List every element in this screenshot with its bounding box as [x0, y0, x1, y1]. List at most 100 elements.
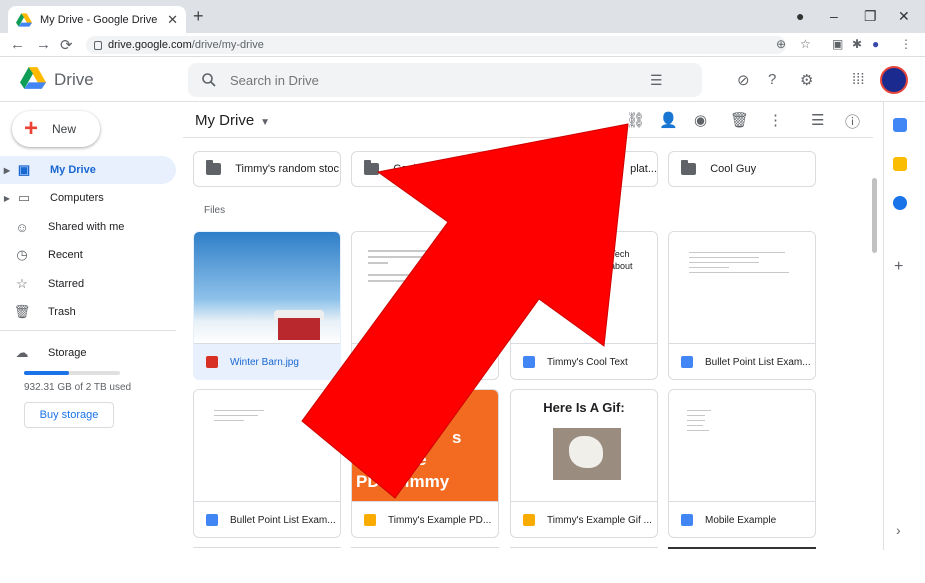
browser-menu-icon[interactable]: ⋮	[900, 37, 912, 51]
sidebar-item-my-drive[interactable]: ▶ ▣ My Drive	[0, 156, 176, 184]
folder-item[interactable]: Timmy's random stoc...	[193, 151, 341, 187]
file-card-example-gif[interactable]: Here Is A Gif: Timmy's Example Gif ...	[510, 389, 658, 538]
folder-icon	[206, 160, 222, 175]
extension-icon[interactable]: ▣	[832, 37, 843, 51]
gif-thumbnail: Here Is A Gif:	[511, 390, 657, 502]
file-name: Timmy's Example PD...	[388, 514, 492, 526]
more-actions-icon[interactable]: ⋮	[768, 111, 783, 129]
search-input[interactable]	[230, 72, 650, 88]
file-name: Bullet Point List Exam...	[705, 356, 811, 368]
folder-item[interactable]: Cool Guy 2	[351, 151, 499, 187]
new-button[interactable]: + New	[12, 111, 100, 147]
folder-name: Timmy's random stoc...	[235, 163, 340, 175]
restore-button[interactable]: ❐	[864, 8, 877, 25]
sidebar-item-trash[interactable]: 🗑 Trash	[0, 298, 176, 326]
star-bookmark-icon[interactable]: ☆	[800, 37, 811, 51]
star-icon: ☆	[16, 276, 28, 291]
sidebar-item-label: My Drive	[50, 164, 96, 176]
sidebar-item-label: Trash	[48, 306, 76, 318]
drive-logo-icon	[20, 67, 46, 89]
new-button-label: New	[52, 122, 77, 136]
folder-icon	[364, 160, 380, 175]
expand-panel-icon[interactable]: ›	[896, 522, 901, 538]
barn	[278, 318, 320, 340]
caret-right-icon[interactable]: ▶	[0, 166, 14, 175]
profile-dot-icon[interactable]: ●	[796, 8, 804, 24]
sidebar-item-shared[interactable]: ☺ Shared with me	[0, 213, 176, 241]
file-card-cool-text[interactable]: a Tech y about n Timmy's Cool Text	[510, 231, 658, 380]
apps-grid-icon[interactable]: ⁞⁞⁞	[852, 71, 865, 88]
shared-folder-icon	[681, 160, 697, 175]
cloud-icon: ☁	[15, 345, 29, 360]
folder-name: plat...	[630, 163, 657, 175]
profile-icon[interactable]: ●	[872, 37, 879, 51]
help-icon[interactable]: ?	[768, 71, 776, 88]
share-person-icon[interactable]: 👤	[659, 111, 678, 129]
search-icon[interactable]	[202, 73, 216, 87]
new-tab-button[interactable]: +	[193, 6, 204, 27]
reload-icon[interactable]: ⟳	[60, 36, 73, 54]
brand-name: Drive	[54, 70, 94, 89]
file-card-bullet-list-2[interactable]: Bullet Point List Exam...	[193, 389, 341, 538]
window-close-button[interactable]: ✕	[898, 8, 910, 25]
url-host: drive.google.com	[108, 39, 192, 51]
calendar-icon[interactable]	[893, 118, 907, 132]
file-card-mobile-example[interactable]: Mobile Example	[668, 389, 816, 538]
clock-icon: ◷	[16, 247, 28, 262]
sidebar-item-storage[interactable]: ☁ Storage	[0, 339, 176, 367]
breadcrumb[interactable]: My Drive ▼	[195, 112, 270, 129]
buy-storage-button[interactable]: Buy storage	[24, 402, 114, 428]
keep-icon[interactable]	[893, 157, 907, 171]
pdf-thumbnail: s ple PDF Timmy	[352, 390, 498, 502]
image-file-icon	[206, 356, 218, 368]
sidebar-item-label: Starred	[48, 278, 85, 290]
folder-item[interactable]: plat...	[510, 151, 658, 187]
back-icon[interactable]: ←	[10, 36, 25, 53]
file-card-doc-preview[interactable]	[351, 231, 499, 380]
dropdown-arrow-icon: ▼	[260, 117, 271, 128]
sidebar-item-starred[interactable]: ☆ Starred	[0, 270, 176, 298]
tasks-icon[interactable]	[893, 196, 907, 210]
settings-gear-icon[interactable]: ⚙	[800, 71, 813, 89]
file-name: Timmy's Cool Text	[547, 356, 628, 368]
card-edge	[668, 547, 816, 550]
lock-icon	[94, 40, 102, 50]
doc-thumbnail	[352, 232, 498, 344]
url-bar[interactable]: drive.google.com/drive/my-drive	[86, 36, 786, 54]
file-card-example-pdf[interactable]: s ple PDF Timmy Timmy's Example PD...	[351, 389, 499, 538]
get-link-icon[interactable]: ⛓	[626, 111, 645, 129]
minimize-button[interactable]: –	[830, 8, 838, 24]
file-card-winter-barn[interactable]: Winter Barn.jpg	[193, 231, 341, 380]
file-name: Bullet Point List Exam...	[230, 514, 336, 526]
tab-close-icon[interactable]: ✕	[167, 12, 178, 28]
folder-item[interactable]: Cool Guy	[668, 151, 816, 187]
search-box: ☰	[188, 63, 702, 97]
sidebar-item-label: Storage	[48, 347, 87, 359]
drive-header: Drive ☰ ⊘ ? ⚙ ⁞⁞⁞	[0, 57, 925, 102]
info-icon[interactable]: ⓘ	[845, 111, 860, 132]
puzzle-icon[interactable]: ✱	[852, 37, 862, 51]
account-avatar[interactable]	[880, 66, 908, 94]
remove-trash-icon[interactable]: 🗑	[730, 111, 749, 129]
card-edge	[351, 547, 499, 550]
sidebar-item-recent[interactable]: ◷ Recent	[0, 241, 176, 269]
pdf-snippet: s	[452, 428, 462, 447]
search-options-icon[interactable]: ☰	[650, 72, 663, 89]
file-card-bullet-list[interactable]: Bullet Point List Exam...	[668, 231, 816, 380]
browser-tab[interactable]: My Drive - Google Drive ✕	[8, 6, 186, 33]
add-addon-icon[interactable]: +	[894, 258, 903, 276]
sidebar-item-label: Shared with me	[48, 221, 125, 233]
ready-offline-icon[interactable]: ⊘	[737, 71, 750, 89]
list-view-icon[interactable]: ☰	[811, 111, 824, 129]
scrollbar-thumb[interactable]	[872, 178, 877, 253]
caret-right-icon[interactable]: ▶	[0, 194, 14, 203]
sidebar-item-computers[interactable]: ▶ ▭ Computers	[0, 184, 176, 212]
side-panel: + ›	[883, 102, 925, 550]
doc-thumbnail: a Tech y about n	[511, 232, 657, 344]
sidebar-divider	[0, 330, 176, 331]
forward-icon[interactable]: →	[36, 36, 51, 53]
sidebar-item-label: Computers	[50, 192, 104, 204]
storage-bar-fill	[24, 371, 70, 375]
preview-eye-icon[interactable]: ◉	[694, 111, 707, 129]
install-icon[interactable]: ⊕	[776, 37, 786, 51]
